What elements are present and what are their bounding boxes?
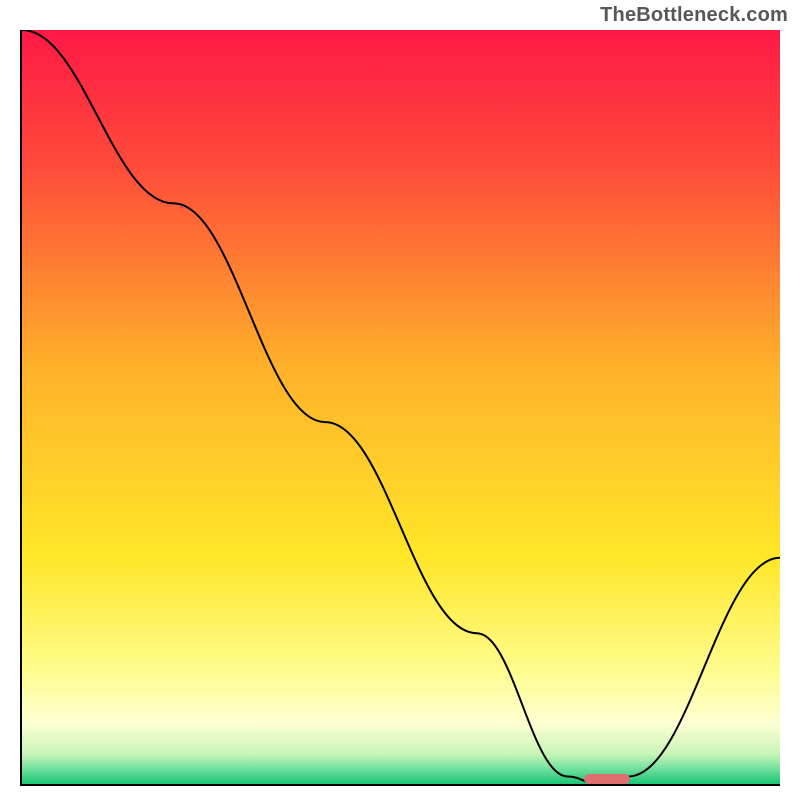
bottleneck-curve xyxy=(22,30,780,784)
watermark: TheBottleneck.com xyxy=(600,4,788,27)
plot-area xyxy=(20,30,780,786)
optimal-marker xyxy=(584,774,630,784)
